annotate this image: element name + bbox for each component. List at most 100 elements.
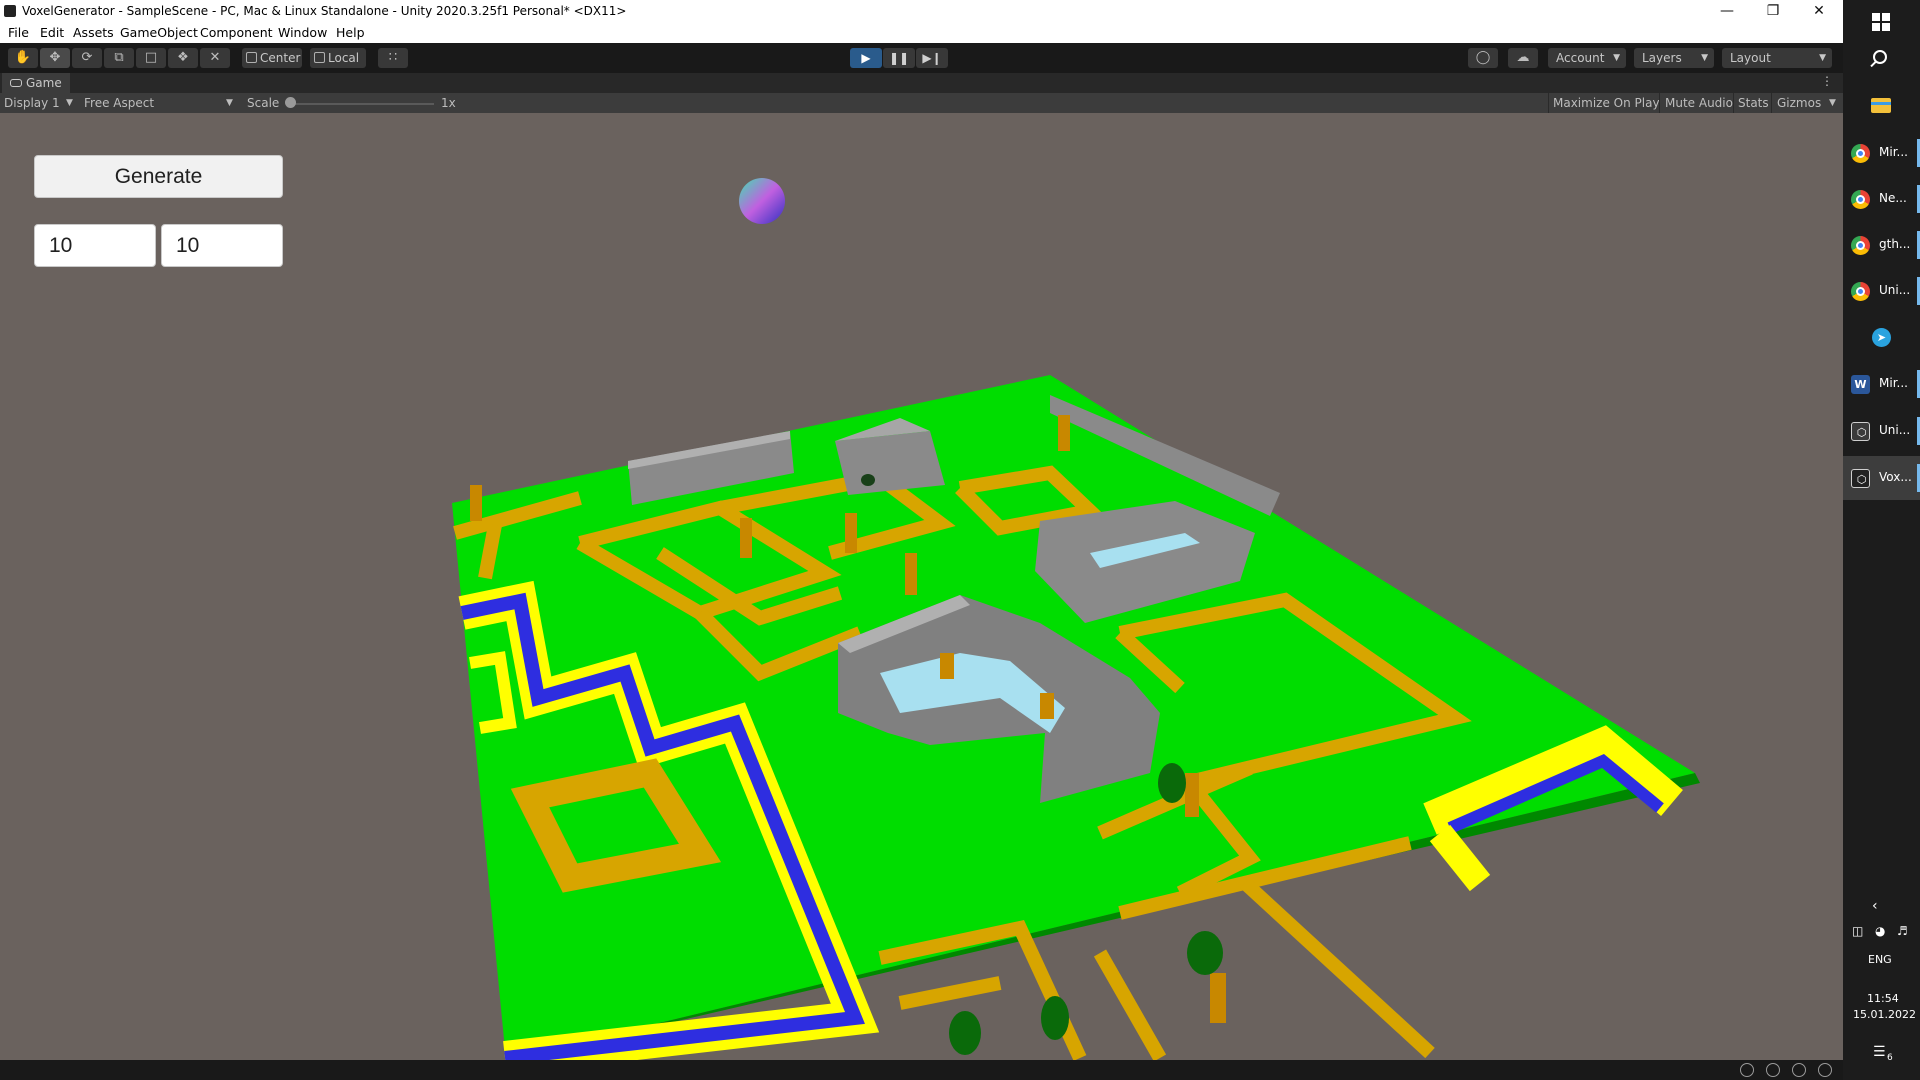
chevron-down-icon: ▼ (226, 98, 233, 108)
menu-component[interactable]: Component (200, 25, 273, 40)
windows-start-icon[interactable] (1872, 13, 1890, 31)
chevron-down-icon: ▼ (1819, 53, 1826, 63)
stats-toggle[interactable]: Stats (1738, 96, 1769, 110)
chevron-down-icon: ▼ (1701, 53, 1708, 63)
layout-dropdown[interactable]: Layout ▼ (1722, 48, 1832, 68)
pivot-center-button[interactable]: Center (242, 48, 302, 68)
clock-date[interactable]: 15.01.2022 (1853, 1008, 1916, 1021)
close-button[interactable]: ✕ (1796, 0, 1842, 23)
telegram-icon: ➤ (1872, 328, 1891, 347)
pivot-local-button[interactable]: Local (310, 48, 366, 68)
menu-assets[interactable]: Assets (73, 25, 114, 40)
scale-slider-handle[interactable] (285, 97, 296, 108)
transform-tool-icon[interactable]: ❖ (168, 48, 198, 68)
task-label: Uni... (1879, 423, 1911, 437)
task-telegram[interactable]: ➤ (1843, 315, 1920, 359)
task-label: Mir... (1879, 145, 1908, 159)
layers-label: Layers (1642, 51, 1682, 65)
scale-tool-icon[interactable]: ⧉ (104, 48, 134, 68)
task-chrome-2[interactable]: Ne... (1843, 177, 1920, 221)
task-unity-hub[interactable]: ⬡ Uni... (1843, 409, 1920, 453)
gizmos-toggle[interactable]: Gizmos (1777, 96, 1821, 110)
divider (1733, 93, 1734, 113)
notification-icon[interactable]: ☰ (1873, 1044, 1886, 1060)
pivot-local-label: Local (328, 51, 360, 65)
chevron-down-icon[interactable]: ▼ (1829, 98, 1836, 108)
divider (1548, 93, 1549, 113)
account-dropdown[interactable]: Account ▼ (1548, 48, 1626, 68)
mute-audio-toggle[interactable]: Mute Audio (1665, 96, 1733, 110)
collab-icon[interactable]: ◯ (1468, 48, 1498, 68)
play-button[interactable]: ▶ (850, 48, 882, 68)
unity-hub-icon: ⬡ (1851, 422, 1870, 441)
task-label: Vox... (1879, 470, 1912, 484)
cloud-icon[interactable]: ☁ (1508, 48, 1538, 68)
rect-tool-icon[interactable]: □ (136, 48, 166, 68)
word-icon: W (1851, 375, 1870, 394)
progress-icon[interactable] (1818, 1063, 1832, 1077)
more-options-icon[interactable]: ⋮ (1821, 74, 1833, 88)
sphere-ball (739, 178, 785, 224)
task-label: Mir... (1879, 376, 1908, 390)
chevron-left-icon[interactable]: ‹ (1872, 898, 1878, 914)
menu-edit[interactable]: Edit (40, 25, 64, 40)
task-chrome-1[interactable]: Mir... (1843, 131, 1920, 175)
game-viewport[interactable]: Generate 10 10 (0, 113, 1843, 1060)
battery-icon[interactable]: ◫ (1852, 924, 1863, 938)
chrome-icon (1851, 190, 1870, 209)
unity-editor-window: VoxelGenerator - SampleScene - PC, Mac &… (0, 0, 1843, 1080)
wifi-icon[interactable]: ◕ (1875, 924, 1885, 938)
minimize-button[interactable]: — (1704, 0, 1750, 23)
chrome-icon (1851, 282, 1870, 301)
hand-tool-icon[interactable]: ✋ (8, 48, 38, 68)
task-chrome-4[interactable]: Uni... (1843, 269, 1920, 313)
divider (1659, 93, 1660, 113)
maximize-on-play-toggle[interactable]: Maximize On Play (1553, 96, 1660, 110)
language-indicator[interactable]: ENG (1868, 953, 1892, 966)
rotate-tool-icon[interactable]: ⟳ (72, 48, 102, 68)
cache-icon[interactable] (1792, 1063, 1806, 1077)
clock-time[interactable]: 11:54 (1867, 992, 1899, 1005)
gamepad-icon (10, 79, 22, 87)
width-input[interactable]: 10 (34, 224, 156, 267)
unity-app-icon (4, 5, 16, 17)
volume-icon[interactable]: ♬ (1897, 924, 1908, 938)
layers-status-icon[interactable] (1766, 1063, 1780, 1077)
window-title: VoxelGenerator - SampleScene - PC, Mac &… (22, 4, 627, 18)
file-explorer-icon[interactable] (1871, 98, 1891, 113)
windows-taskbar: Mir... Ne... gth... Uni... ➤ W Mir... ⬡ (1843, 0, 1920, 1080)
task-chrome-3[interactable]: gth... (1843, 223, 1920, 267)
generate-button[interactable]: Generate (34, 155, 283, 198)
layers-dropdown[interactable]: Layers ▼ (1634, 48, 1714, 68)
task-label: Ne... (1879, 191, 1907, 205)
menu-gameobject[interactable]: GameObject (120, 25, 198, 40)
game-tab-bar: Game ⋮ (0, 73, 1843, 93)
menu-window[interactable]: Window (278, 25, 327, 40)
chrome-icon (1851, 236, 1870, 255)
aspect-dropdown[interactable]: Free Aspect (84, 96, 154, 110)
search-icon-handle (1870, 60, 1877, 68)
menu-file[interactable]: File (8, 25, 29, 40)
grid-snap-icon[interactable]: ∷ (378, 48, 408, 68)
scale-label: Scale (247, 96, 280, 110)
account-label: Account (1556, 51, 1605, 65)
task-label: Uni... (1879, 283, 1911, 297)
restore-button[interactable]: ❐ (1750, 0, 1796, 23)
title-bar: VoxelGenerator - SampleScene - PC, Mac &… (0, 0, 1843, 23)
pivot-icon (246, 52, 257, 63)
task-unity-editor[interactable]: ⬡ Vox... (1843, 456, 1920, 500)
tab-game[interactable]: Game (2, 73, 70, 93)
task-word[interactable]: W Mir... (1843, 362, 1920, 406)
display-dropdown[interactable]: Display 1 (4, 96, 60, 110)
menu-help[interactable]: Help (336, 25, 365, 40)
notification-count: 6 (1887, 1053, 1893, 1063)
chevron-down-icon: ▼ (66, 98, 73, 108)
scale-slider-track[interactable] (290, 103, 434, 105)
step-button[interactable]: ▶❙ (916, 48, 948, 68)
debug-icon[interactable] (1740, 1063, 1754, 1077)
move-tool-icon[interactable]: ✥ (40, 48, 70, 68)
custom-tool-icon[interactable]: ✕ (200, 48, 230, 68)
height-input[interactable]: 10 (161, 224, 283, 267)
chevron-down-icon: ▼ (1613, 53, 1620, 63)
pause-button[interactable]: ❚❚ (883, 48, 915, 68)
